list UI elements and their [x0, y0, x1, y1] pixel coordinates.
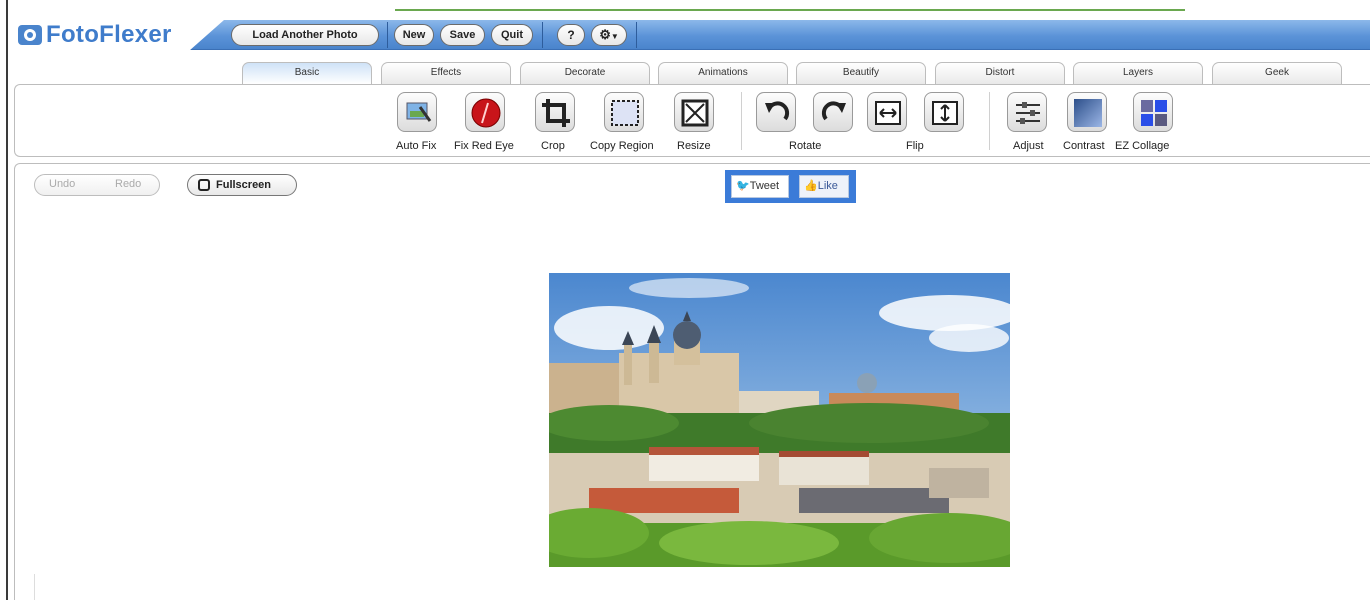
rotate-left-button[interactable]	[756, 92, 796, 132]
rotate-left-icon	[765, 101, 790, 121]
tab-beautify[interactable]: Beautify	[796, 62, 926, 84]
rotate-label: Rotate	[789, 140, 822, 152]
adjust-label: Adjust	[1013, 140, 1044, 152]
flip-horizontal-button[interactable]	[867, 92, 907, 132]
tool-divider	[741, 92, 742, 150]
ez-collage-button[interactable]	[1133, 92, 1173, 132]
settings-button[interactable]: ⚙▼	[591, 24, 627, 46]
copy-region-label: Copy Region	[590, 140, 654, 152]
tab-decorate[interactable]: Decorate	[520, 62, 650, 84]
red-eye-icon	[471, 98, 501, 128]
fullscreen-button[interactable]: Fullscreen	[187, 174, 297, 196]
flip-horizontal-icon	[875, 101, 901, 125]
like-label: Like	[817, 180, 838, 192]
quit-button[interactable]: Quit	[491, 24, 533, 46]
crop-label: Crop	[541, 140, 565, 152]
camera-icon	[18, 25, 42, 45]
crop-button[interactable]	[535, 92, 575, 132]
copy-region-button[interactable]	[604, 92, 644, 132]
rotate-right-icon	[821, 101, 846, 121]
logo-text: FotoFlexer	[46, 21, 172, 48]
contrast-button[interactable]	[1067, 92, 1107, 132]
sliders-icon	[1016, 102, 1040, 124]
rotate-right-button[interactable]	[813, 92, 853, 132]
tab-effects[interactable]: Effects	[381, 62, 511, 84]
chevron-down-icon: ▼	[610, 32, 619, 41]
resize-icon	[681, 99, 709, 127]
resize-button[interactable]	[674, 92, 714, 132]
tab-animations[interactable]: Animations	[658, 62, 788, 84]
social-share-bar: 🐦Tweet 👍Like	[725, 170, 856, 203]
tab-basic[interactable]: Basic	[242, 62, 372, 84]
canvas-edge-marker	[34, 574, 44, 600]
top-bar: FotoFlexer Load Another Photo New Save Q…	[12, 20, 1370, 50]
tweet-button[interactable]: 🐦Tweet	[731, 175, 789, 198]
app-logo: FotoFlexer	[18, 21, 172, 48]
toolbar-separator	[387, 22, 388, 48]
resize-label: Resize	[677, 140, 711, 152]
load-another-photo-button[interactable]: Load Another Photo	[231, 24, 379, 46]
category-tabs: Basic Effects Decorate Animations Beauti…	[12, 58, 1370, 84]
window-frame-edge	[6, 0, 8, 600]
toolbar-separator	[636, 22, 637, 48]
undo-redo-group: Undo Redo	[34, 174, 160, 196]
tweet-label: Tweet	[749, 180, 780, 192]
auto-fix-label: Auto Fix	[396, 140, 437, 152]
tab-geek[interactable]: Geek	[1212, 62, 1342, 84]
auto-fix-button[interactable]	[397, 92, 437, 132]
redo-button[interactable]: Redo	[115, 178, 141, 190]
fix-red-eye-button[interactable]	[465, 92, 505, 132]
help-button[interactable]: ?	[557, 24, 585, 46]
undo-button[interactable]: Undo	[49, 178, 75, 190]
crop-icon	[542, 99, 570, 127]
flip-vertical-button[interactable]	[924, 92, 964, 132]
new-button[interactable]: New	[394, 24, 434, 46]
photo-canvas	[549, 273, 1010, 567]
copy-region-icon	[611, 100, 639, 126]
auto-fix-icon	[406, 102, 432, 122]
contrast-label: Contrast	[1063, 140, 1105, 152]
save-button[interactable]: Save	[440, 24, 485, 46]
ez-collage-label: EZ Collage	[1115, 140, 1170, 152]
twitter-bird-icon: 🐦	[736, 180, 750, 192]
fullscreen-label: Fullscreen	[216, 179, 272, 191]
contrast-icon	[1074, 99, 1102, 127]
top-accent-line	[395, 9, 1185, 11]
tab-distort[interactable]: Distort	[935, 62, 1065, 84]
flip-vertical-icon	[932, 101, 958, 125]
fix-red-eye-label: Fix Red Eye	[454, 140, 514, 152]
tab-layers[interactable]: Layers	[1073, 62, 1203, 84]
like-button[interactable]: 👍Like	[799, 175, 849, 198]
gear-icon: ⚙	[599, 27, 611, 42]
collage-icon	[1141, 100, 1167, 126]
toolbar-separator	[542, 22, 543, 48]
city-photo	[549, 273, 1010, 567]
fullscreen-icon	[198, 179, 210, 191]
flip-label: Flip	[906, 140, 924, 152]
adjust-button[interactable]	[1007, 92, 1047, 132]
tool-divider	[989, 92, 990, 150]
thumbs-up-icon: 👍	[804, 180, 818, 192]
